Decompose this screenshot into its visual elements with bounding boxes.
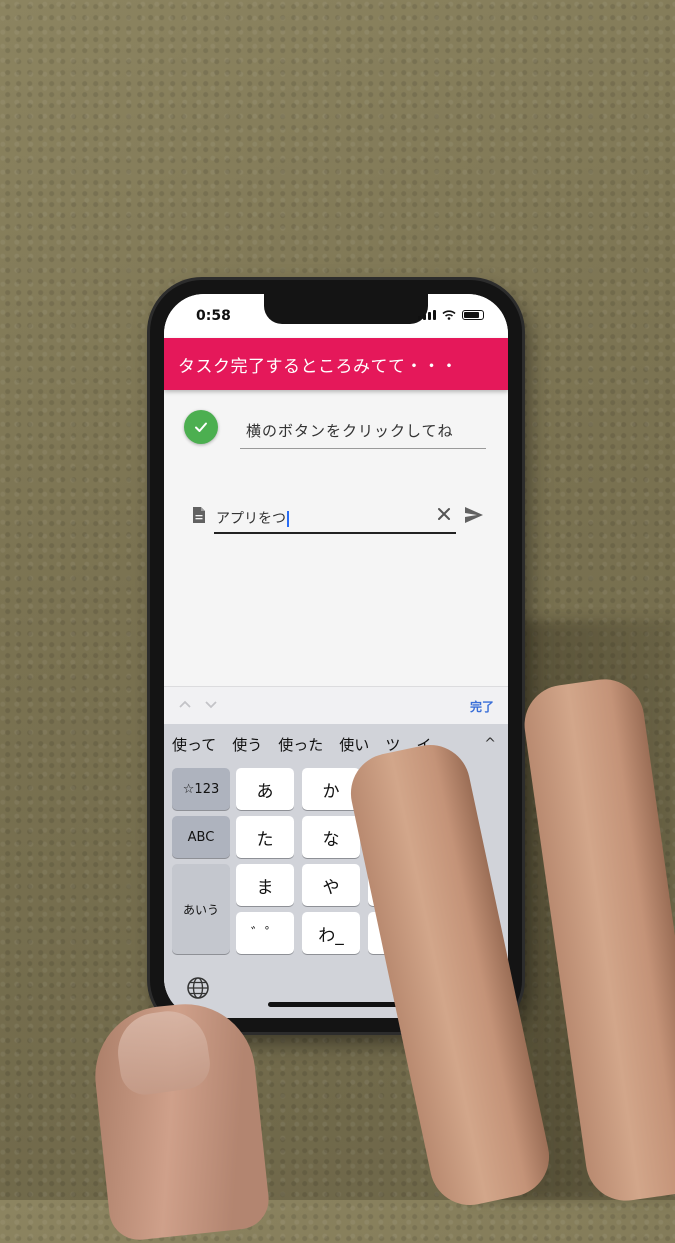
suggestion-item[interactable]: 使って (164, 734, 224, 755)
key-ya[interactable]: や (302, 864, 360, 906)
key-ta[interactable]: た (236, 816, 294, 858)
key-ma[interactable]: ま (236, 864, 294, 906)
cellular-signal-icon (418, 310, 436, 320)
suggestion-item[interactable]: 使う (224, 734, 270, 755)
done-button[interactable]: 完了 (470, 698, 494, 715)
expand-suggestions-icon[interactable]: ^ (484, 736, 496, 752)
task-underline (240, 448, 486, 449)
complete-task-button[interactable] (184, 410, 218, 444)
chevron-up-icon[interactable] (178, 697, 192, 711)
chevron-down-icon[interactable] (204, 697, 218, 711)
key-na[interactable]: な (302, 816, 360, 858)
status-time: 0:58 (196, 308, 231, 324)
abc-key[interactable]: ABC (172, 816, 230, 858)
text-caret (287, 511, 289, 527)
keyboard-toolbar: 完了 (164, 686, 508, 725)
suggestion-item[interactable]: 使い (331, 734, 377, 755)
task-row: 横のボタンをクリックしてね (164, 404, 508, 454)
symbols-key[interactable]: ☆123 (172, 768, 230, 810)
task-text[interactable]: 横のボタンをクリックしてね (246, 420, 454, 441)
check-icon (195, 422, 207, 432)
key-dakuten[interactable]: ゛゜ (236, 912, 294, 954)
document-icon (193, 507, 205, 523)
close-icon[interactable] (436, 506, 452, 522)
key-a[interactable]: あ (236, 768, 294, 810)
input-underline (214, 532, 456, 534)
key-wa[interactable]: わ_ (302, 912, 360, 954)
battery-icon (462, 310, 484, 320)
app-header: タスク完了するところみてて・・・ (164, 338, 508, 390)
suggestion-item[interactable]: 使った (270, 734, 331, 755)
new-task-input[interactable]: アプリをつ (216, 508, 289, 528)
notch (264, 294, 428, 324)
status-bar: 0:58 (164, 294, 508, 338)
new-task-input-value: アプリをつ (216, 511, 286, 527)
status-indicators (418, 310, 484, 320)
home-indicator (268, 1002, 404, 1007)
globe-icon[interactable] (186, 976, 210, 1000)
kana-key[interactable]: あいう (172, 864, 230, 954)
new-task-input-row: アプリをつ (164, 494, 508, 540)
send-icon[interactable] (464, 506, 484, 524)
app-title: タスク完了するところみてて・・・ (178, 357, 458, 377)
wifi-icon (442, 310, 456, 320)
